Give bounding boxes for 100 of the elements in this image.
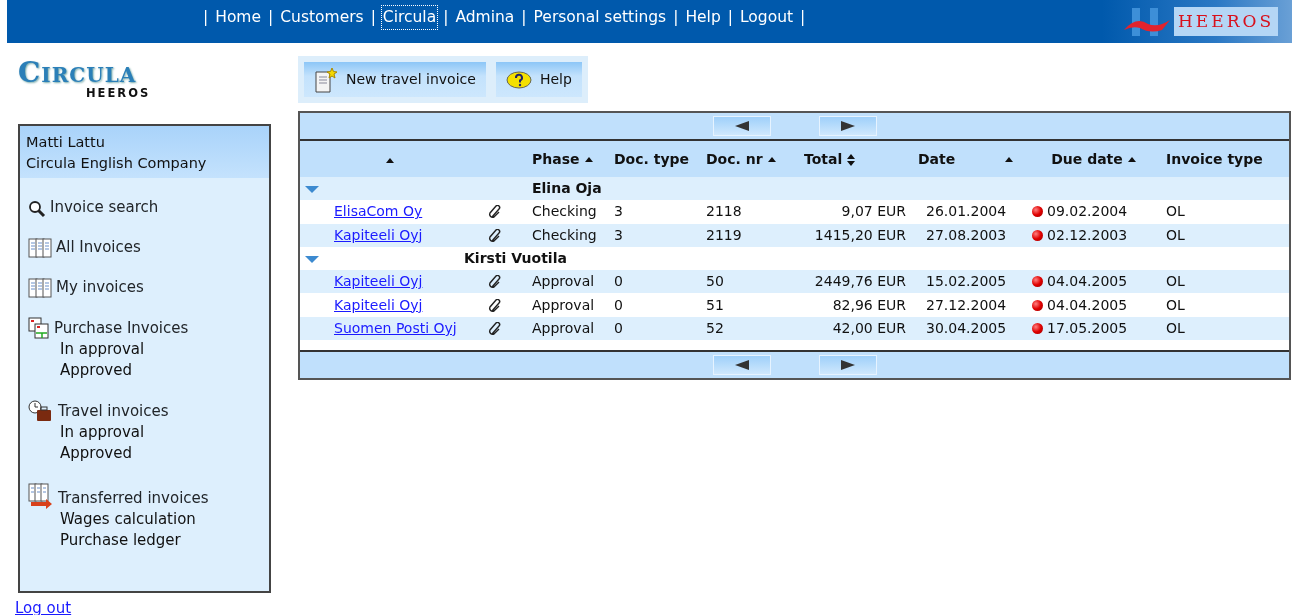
company-link[interactable]: Kapiteeli Oyj — [334, 273, 423, 290]
table-cell-text: Approval — [531, 318, 596, 338]
sidebar-sublink[interactable]: Approved — [60, 443, 269, 464]
column-header[interactable]: Due date — [1051, 149, 1123, 170]
separator: | — [370, 7, 376, 28]
sort-ascending-icon[interactable] — [1126, 156, 1137, 163]
nav-link[interactable]: Personal settings — [532, 6, 668, 30]
nav-link[interactable]: Home — [214, 6, 262, 30]
company-link[interactable]: ElisaCom Oy — [334, 203, 423, 220]
table-cell-text: Approval — [531, 295, 596, 315]
sidebar-link[interactable]: All Invoices — [56, 237, 141, 258]
table-cell-text: OL — [1165, 295, 1186, 315]
company-link[interactable]: Kapiteeli Oyj — [334, 296, 423, 313]
sidebar-sublink[interactable]: In approval — [60, 422, 269, 443]
table-cell-text: 50 — [705, 272, 725, 292]
column-header[interactable]: Invoice type — [1166, 149, 1263, 170]
paperclip-icon[interactable] — [488, 228, 502, 243]
paperclip-icon[interactable] — [488, 321, 502, 336]
app-logo-subtitle: HEEROS — [86, 87, 152, 101]
documents-icon — [28, 317, 50, 339]
sort-icon[interactable] — [846, 152, 857, 167]
previous-page-button[interactable] — [712, 116, 771, 136]
table-cell-text: OL — [1165, 225, 1186, 245]
nav-link[interactable]: Admina — [454, 6, 516, 30]
table-cell-text: 2118 — [705, 202, 743, 222]
nav-link[interactable]: Customers — [279, 6, 365, 30]
nav-link[interactable]: Logout — [739, 6, 795, 30]
sidebar-link[interactable]: Invoice search — [50, 197, 159, 218]
company-link[interactable]: Kapiteeli Oyj — [334, 226, 423, 243]
toolbar-button[interactable]: Help — [495, 62, 582, 97]
table-cell-text: 0 — [613, 295, 624, 315]
table-row[interactable]: Kapiteeli Oyj Approval 0 50 2449,76 EUR 15.02.2005 04.04.2005 OL — [300, 270, 1289, 294]
paperclip-icon[interactable] — [488, 205, 502, 220]
paperclip-icon[interactable] — [488, 275, 502, 290]
column-header[interactable]: Date — [918, 149, 956, 170]
table-cell-text: 82,96 EUR — [831, 295, 907, 315]
expand-icon[interactable] — [304, 184, 320, 194]
app-logo-title: CIRCULA — [18, 59, 137, 87]
documents-icon — [28, 278, 52, 298]
table-row[interactable]: Kapiteeli Oyj Checking 3 2119 1415,20 EUR 27.08.2003 02.12.2003 OL — [300, 223, 1289, 247]
separator: | — [673, 7, 679, 28]
separator: | — [800, 7, 806, 28]
table-row[interactable]: Suomen Posti Oyj Approval 0 52 42,00 EUR 30.04.2005 17.05.2005 OL — [300, 316, 1289, 341]
group-name: Elina Oja — [531, 179, 603, 199]
sort-ascending-icon[interactable] — [1004, 156, 1014, 163]
table-cell-text: 26.01.2004 — [925, 202, 1008, 222]
user-name: Matti Lattu — [26, 133, 106, 152]
previous-page-button[interactable] — [712, 355, 771, 376]
documents-arrow-icon — [28, 483, 54, 509]
right-arrow-icon — [839, 359, 856, 372]
company-link[interactable]: Suomen Posti Oyj — [334, 319, 457, 336]
separator: | — [268, 7, 274, 28]
table-cell-text: 27.12.2004 — [925, 295, 1008, 315]
nav-link[interactable]: Help — [684, 6, 722, 30]
table-cell: 02.12.2003 — [1047, 226, 1128, 243]
next-page-button[interactable] — [818, 116, 877, 136]
table-cell-text: 30.04.2005 — [925, 318, 1008, 338]
sidebar-sublink[interactable]: Wages calculation — [60, 509, 269, 530]
table-cell-text: 2119 — [705, 225, 743, 245]
table-cell-text: 1415,20 EUR — [813, 225, 907, 245]
table-cell-text: 27.08.2003 — [925, 225, 1008, 245]
separator: | — [203, 7, 209, 28]
paperclip-icon[interactable] — [488, 298, 502, 313]
table-cell-text: 42,00 EUR — [831, 318, 907, 338]
nav-link[interactable]: Circula — [381, 6, 438, 30]
column-header[interactable]: Total — [804, 149, 843, 170]
sidebar-sublink[interactable]: Purchase ledger — [60, 530, 269, 551]
table-cell-text: OL — [1165, 202, 1186, 222]
column-header[interactable]: Doc. nr — [706, 149, 763, 170]
table-cell-text: Checking — [531, 225, 598, 245]
sidebar-sublink[interactable]: Approved — [60, 360, 269, 381]
clock-suitcase-icon — [28, 400, 54, 422]
sidebar-link[interactable]: My invoices — [56, 277, 144, 298]
toolbar-button[interactable]: New travel invoice — [304, 62, 486, 97]
sidebar-link[interactable]: Transferred invoices — [58, 488, 209, 509]
next-page-button[interactable] — [818, 355, 877, 376]
sidebar-link[interactable]: Travel invoices — [58, 401, 169, 422]
sidebar-link[interactable]: Purchase Invoices — [54, 318, 189, 339]
right-arrow-icon — [839, 120, 856, 132]
sort-ascending-icon[interactable] — [583, 156, 594, 163]
sort-ascending-icon[interactable] — [766, 156, 777, 163]
table-cell-text: 15.02.2005 — [925, 272, 1008, 292]
company-name: Circula English Company — [26, 154, 208, 173]
table-cell-text: 52 — [705, 318, 725, 338]
documents-icon — [28, 238, 52, 258]
column-header[interactable]: Doc. type — [614, 149, 690, 170]
flag-icon — [1122, 5, 1172, 38]
brand-name: HEEROS — [1174, 6, 1279, 37]
sidebar-sublink[interactable]: In approval — [60, 339, 269, 360]
table-cell-text: 3 — [613, 202, 624, 222]
sort-ascending-icon[interactable] — [385, 157, 395, 164]
separator: | — [443, 7, 449, 28]
table-cell-text: OL — [1165, 318, 1186, 338]
group-row[interactable]: Elina Oja — [300, 177, 1289, 201]
table-cell: 09.02.2004 — [1047, 203, 1128, 220]
table-cell-text: 2449,76 EUR — [813, 272, 907, 292]
column-header[interactable]: Phase — [532, 149, 580, 170]
expand-icon[interactable] — [304, 254, 320, 264]
table-cell-text: OL — [1165, 272, 1186, 292]
table-cell: 17.05.2005 — [1047, 319, 1128, 336]
